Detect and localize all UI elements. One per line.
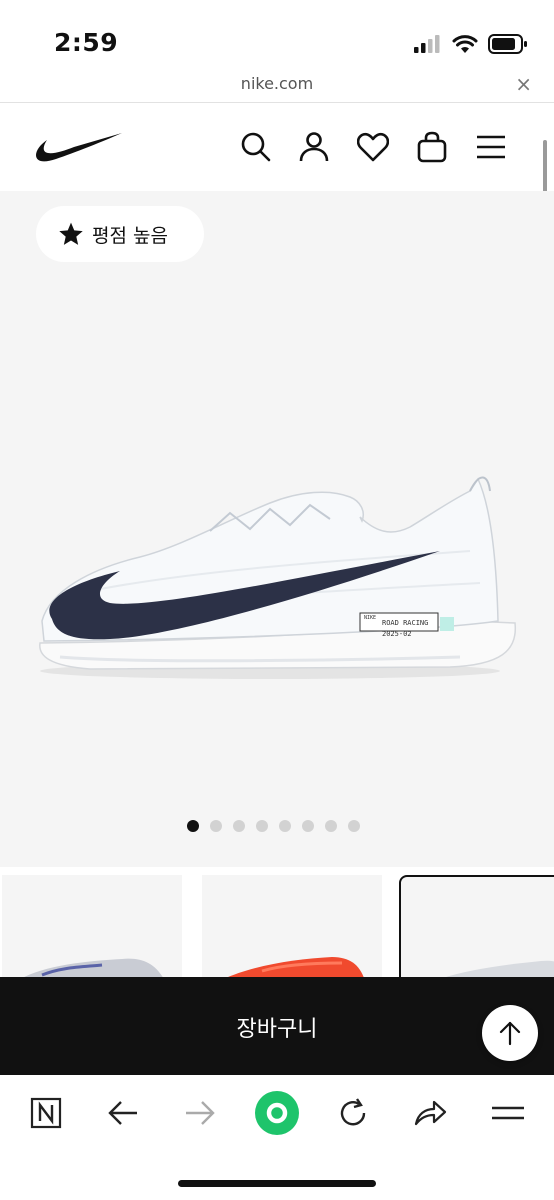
gallery-dot[interactable] [348, 820, 360, 832]
forward-button[interactable] [182, 1095, 218, 1131]
rating-badge: 평점 높음 [36, 206, 204, 262]
home-indicator [178, 1180, 376, 1187]
gallery-pagination-dots[interactable] [187, 820, 360, 832]
thumbnail-red[interactable] [202, 875, 382, 979]
naver-n-icon [30, 1097, 62, 1129]
green-home-button[interactable] [254, 1090, 300, 1136]
menu-icon[interactable] [475, 131, 507, 163]
rating-badge-label: 평점 높음 [92, 224, 168, 247]
menu-icon [492, 1106, 524, 1120]
share-icon [414, 1100, 447, 1126]
shoe-label-line1: ROAD RACING [382, 619, 428, 627]
forward-arrow-icon [186, 1101, 215, 1125]
gallery-dot[interactable] [233, 820, 245, 832]
green-home-icon [255, 1091, 299, 1135]
status-time: 2:59 [54, 28, 119, 57]
naver-n-button[interactable] [28, 1095, 64, 1131]
signal-icon [414, 35, 440, 53]
share-button[interactable] [412, 1095, 448, 1131]
thumbnail-shoe-image [223, 957, 365, 979]
site-header [0, 103, 554, 191]
url-bar[interactable]: nike.com × [0, 70, 554, 103]
reload-button[interactable] [335, 1095, 371, 1131]
close-icon[interactable]: × [515, 72, 532, 96]
add-to-cart-button[interactable]: 장바구니 [0, 1011, 554, 1043]
browser-menu-button[interactable] [490, 1095, 526, 1131]
reload-icon [340, 1098, 366, 1126]
back-button[interactable] [105, 1095, 141, 1131]
favorites-heart-icon[interactable] [357, 131, 389, 163]
gallery-dot[interactable] [325, 820, 337, 832]
bag-icon[interactable] [416, 131, 448, 163]
gallery-dot[interactable] [302, 820, 314, 832]
add-to-cart-bar[interactable]: 장바구니 [0, 977, 554, 1075]
thumbnail-shoe-image [20, 958, 164, 979]
shoe-label-brand: NIKE [364, 615, 376, 621]
scroll-to-top-button[interactable] [482, 1005, 538, 1061]
gallery-dot[interactable] [210, 820, 222, 832]
thumbnail-white-blue[interactable] [2, 875, 182, 979]
product-image-gallery[interactable]: 평점 높음 NIKE ROAD RACING 2025-02 [0, 191, 554, 867]
wifi-icon [452, 34, 478, 53]
thumbnail-shoe-image [439, 960, 554, 979]
status-icons [414, 34, 528, 54]
back-arrow-icon [108, 1101, 137, 1125]
gallery-dot[interactable] [256, 820, 268, 832]
search-icon[interactable] [240, 131, 272, 163]
battery-icon [488, 34, 527, 54]
thumbnail-white-selected[interactable] [399, 875, 554, 979]
gallery-dot[interactable] [279, 820, 291, 832]
gallery-dot[interactable] [187, 820, 199, 832]
shoe-label-line2: 2025-02 [382, 630, 412, 638]
nike-logo[interactable] [34, 131, 124, 165]
arrow-up-icon [499, 1021, 521, 1046]
url-domain[interactable]: nike.com [0, 74, 554, 93]
account-icon[interactable] [298, 131, 330, 163]
star-icon [59, 222, 83, 245]
product-shoe-image: NIKE ROAD RACING 2025-02 [39, 476, 517, 679]
status-bar: 2:59 [0, 0, 554, 70]
color-variant-thumbnails [0, 867, 554, 979]
